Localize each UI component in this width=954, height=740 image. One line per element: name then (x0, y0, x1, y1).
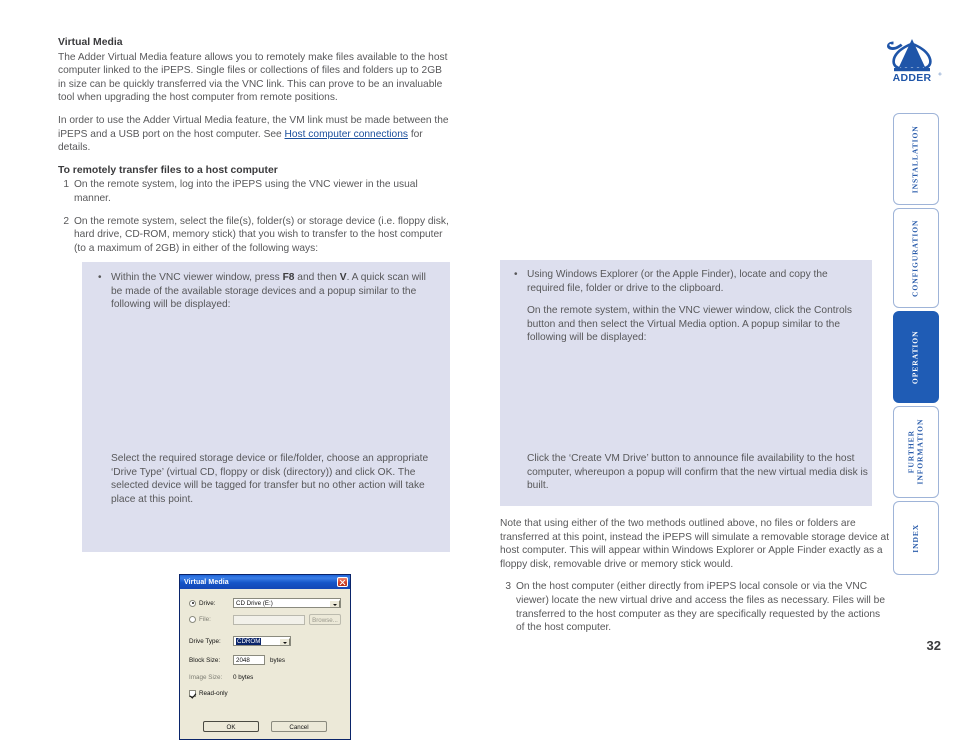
right-callout-panel: • Using Windows Explorer (or the Apple Fi… (500, 260, 872, 506)
list-item: 1 On the remote system, log into the iPE… (58, 178, 450, 205)
sidebar-item-index[interactable]: INDEX (893, 501, 939, 575)
sidebar-item-label: FURTHER INFORMATION (906, 419, 924, 485)
file-row: File: Browse... (189, 614, 341, 625)
drive-select-value: CD Drive (E:) (236, 600, 273, 607)
drive-type-select[interactable]: CDROM (233, 636, 291, 646)
image-size-label: Image Size: (189, 674, 223, 681)
xp-virtual-media-dialog: Virtual Media Drive: CD Drive (E:) File: (179, 574, 351, 740)
right-panel-bullet: • Using Windows Explorer (or the Apple Fi… (512, 268, 860, 345)
file-label: File: (199, 616, 211, 623)
bullet-text-part2: and then (294, 272, 340, 283)
right-panel-caption: Click the ‘Create VM Drive’ button to an… (527, 453, 868, 492)
logo-registered-mark: ® (939, 72, 942, 77)
adder-logo: ADDER ® (880, 36, 944, 84)
left-panel-bullet: • Within the VNC viewer window, press F8 … (96, 271, 438, 312)
transfer-steps-continued: 3 On the host computer (either directly … (500, 580, 890, 634)
drive-radio[interactable] (189, 599, 196, 607)
sidebar-item-installation[interactable]: INSTALLATION (893, 113, 939, 205)
file-radio[interactable] (189, 616, 196, 623)
section-subheading: To remotely transfer files to a host com… (58, 164, 278, 176)
xp-dialog-title: Virtual Media (184, 578, 229, 586)
list-item: 2 On the remote system, select the file(… (58, 215, 450, 256)
browse-button[interactable]: Browse... (309, 614, 341, 625)
sidebar-item-label: INSTALLATION (910, 125, 920, 193)
manual-page: ADDER ® Virtual Media The Adder Virtual … (0, 0, 954, 740)
close-icon[interactable] (337, 577, 348, 587)
left-panel-caption: Select the required storage device or fi… (111, 453, 429, 505)
bullet-text-part1: Within the VNC viewer window, press (111, 272, 283, 283)
chevron-down-icon[interactable] (328, 599, 340, 607)
ok-button[interactable]: OK (203, 721, 259, 732)
drive-type-label: Drive Type: (189, 637, 221, 645)
cancel-button[interactable]: Cancel (271, 721, 327, 732)
drive-label: Drive: (199, 599, 216, 607)
logo-wordmark: ADDER (893, 72, 932, 84)
step-text: On the host computer (either directly fr… (516, 581, 885, 634)
chevron-down-icon[interactable] (278, 637, 290, 645)
right-panel-subparagraph: On the remote system, within the VNC vie… (527, 305, 852, 344)
step-text: On the remote system, select the file(s)… (74, 215, 449, 254)
read-only-row: Read-only (189, 690, 341, 697)
host-computer-connections-link[interactable]: Host computer connections (285, 129, 408, 140)
sidebar-item-label: OPERATION (910, 330, 920, 384)
step-text: On the remote system, log into the iPEPS… (74, 179, 418, 204)
right-bullet-text: Using Windows Explorer (or the Apple Fin… (527, 269, 828, 294)
sidebar-item-operation[interactable]: OPERATION (893, 311, 939, 403)
sidebar-item-label: INDEX (910, 523, 920, 553)
block-size-row: Block Size: 2048 bytes (189, 655, 341, 665)
step-number: 1 (63, 179, 69, 191)
block-size-input[interactable]: 2048 (233, 655, 265, 665)
drive-row: Drive: CD Drive (E:) (189, 598, 341, 608)
drive-select[interactable]: CD Drive (E:) (233, 598, 341, 608)
left-text-column: Virtual Media The Adder Virtual Media fe… (58, 36, 450, 264)
left-callout-panel: • Within the VNC viewer window, press F8 … (82, 262, 450, 740)
step-number: 3 (505, 581, 511, 593)
image-size-row: Image Size: 0 bytes (189, 674, 341, 681)
sidebar-item-further-information[interactable]: FURTHER INFORMATION (893, 406, 939, 498)
read-only-label: Read-only (199, 690, 228, 697)
xp-dialog-titlebar: Virtual Media (180, 575, 350, 589)
xp-dialog-buttons: OK Cancel (189, 721, 341, 732)
section-navigation-sidebar: INSTALLATION CONFIGURATION OPERATION FUR… (893, 113, 939, 578)
block-size-unit: bytes (270, 656, 286, 664)
page-number: 32 (926, 638, 941, 653)
key-f8: F8 (282, 272, 295, 283)
bullet-icon: • (514, 269, 518, 280)
drive-type-value: CDROM (236, 638, 262, 645)
note-paragraph: Note that using either of the two method… (500, 518, 890, 570)
key-v: V (339, 272, 347, 283)
transfer-steps-list: 1 On the remote system, log into the iPE… (58, 178, 450, 255)
sidebar-item-label: CONFIGURATION (910, 219, 920, 297)
bullet-icon: • (98, 272, 102, 283)
list-item: 3 On the host computer (either directly … (500, 580, 890, 634)
vm-link-paragraph: In order to use the Adder Virtual Media … (58, 114, 450, 155)
xp-dialog-body: Drive: CD Drive (E:) File: Browse... Dri… (180, 589, 350, 739)
read-only-checkbox[interactable] (189, 690, 196, 697)
sidebar-item-configuration[interactable]: CONFIGURATION (893, 208, 939, 308)
right-text-column: Note that using either of the two method… (500, 517, 890, 644)
drive-type-row: Drive Type: CDROM (189, 636, 341, 646)
file-path-input[interactable] (233, 614, 305, 625)
image-size-value: 0 bytes (233, 674, 254, 681)
block-size-label: Block Size: (189, 656, 221, 664)
step-number: 2 (63, 215, 69, 227)
page-title: Virtual Media (58, 37, 123, 48)
intro-paragraph: The Adder Virtual Media feature allows y… (58, 51, 448, 104)
